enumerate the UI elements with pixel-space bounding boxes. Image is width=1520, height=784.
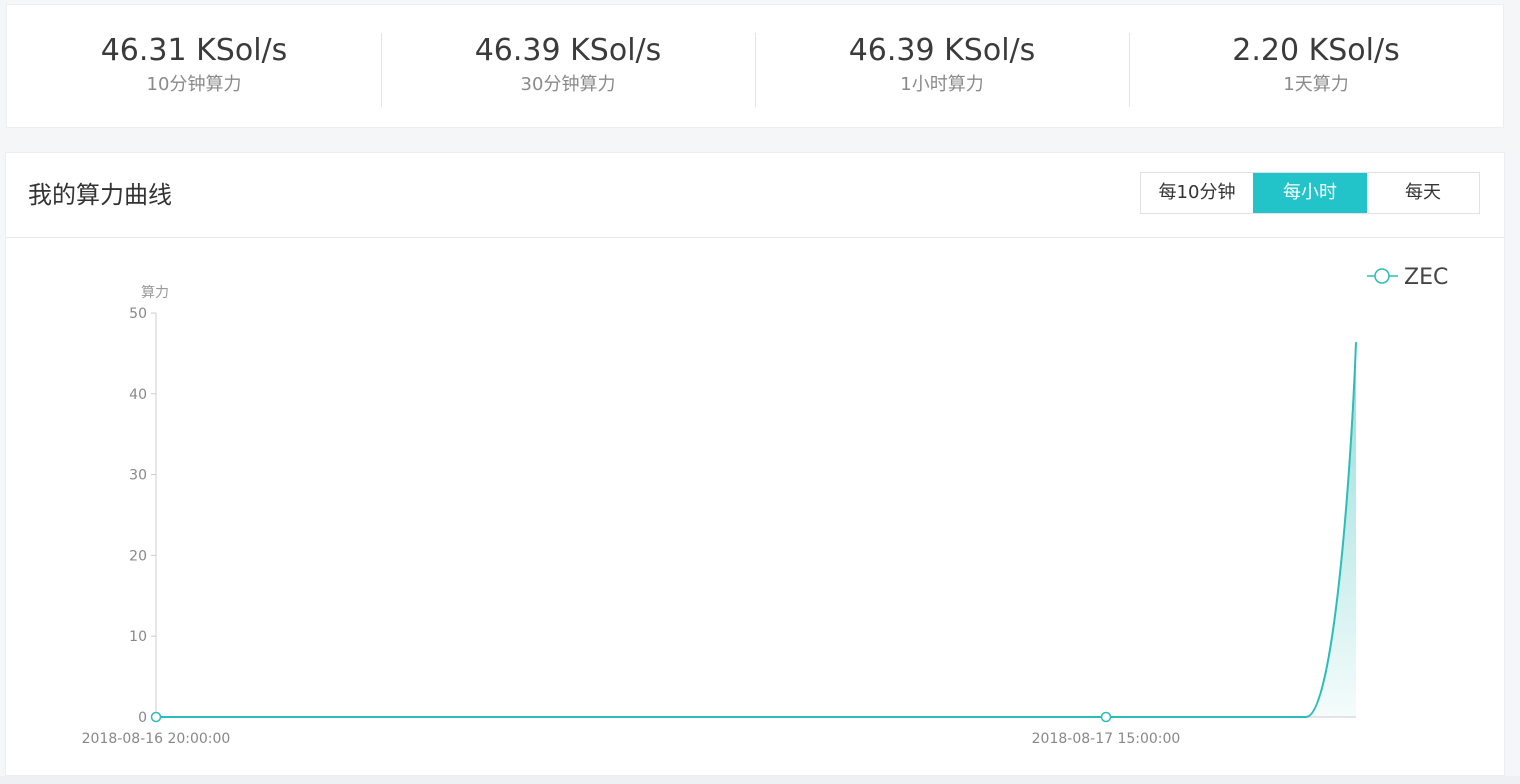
page-bottom-strip [0,776,1520,784]
legend-label-zec: ZEC [1404,265,1448,290]
y-tick-label: 40 [129,387,147,403]
series-line-zec [156,342,1357,718]
stat-30min: 46.39 KSol/s 30分钟算力 [381,5,755,127]
data-point-marker[interactable] [150,711,162,723]
stat-10min: 46.31 KSol/s 10分钟算力 [7,5,381,127]
y-tick-label: 20 [129,548,147,564]
stat-value: 46.39 KSol/s [848,33,1036,68]
x-tick-label: 2018-08-16 20:00:00 [82,731,231,747]
y-tick-label: 10 [129,629,147,645]
x-tick-label: 2018-08-17 15:00:00 [1032,731,1181,747]
y-tick-label: 0 [138,710,147,726]
stat-value: 2.20 KSol/s [1232,33,1400,68]
stat-1day: 2.20 KSol/s 1天算力 [1129,5,1503,127]
legend-circle-icon [1374,268,1390,284]
data-point-marker[interactable] [1100,711,1112,723]
y-axis-name: 算力 [141,285,169,301]
legend[interactable]: ZEC [1367,265,1448,290]
stat-value: 46.39 KSol/s [474,33,662,68]
hashrate-chart-panel: 我的算力曲线 每10分钟 每小时 每天 算力 0 10 20 30 40 50 2018-… [5,152,1505,776]
stat-label: 1小时算力 [900,74,984,95]
stat-1hour: 46.39 KSol/s 1小时算力 [755,5,1129,127]
stat-label: 1天算力 [1283,74,1349,95]
y-tick-label: 50 [129,306,147,322]
stat-label: 10分钟算力 [146,74,242,95]
stat-label: 30分钟算力 [520,74,616,95]
hashrate-summary: 46.31 KSol/s 10分钟算力 46.39 KSol/s 30分钟算力 … [6,4,1504,128]
hashrate-chart: 算力 01020304050 2018-08-16 20:00:00 2018-0… [82,265,1449,747]
y-ticks: 0 10 20 30 40 50 [129,306,156,726]
stat-value: 46.31 KSol/s [100,33,288,68]
y-tick-label: 30 [129,468,147,484]
series-area-zec [156,342,1356,717]
x-ticks: 2018-08-16 20:00:00 2018-08-17 15:00:00 [82,731,1181,747]
